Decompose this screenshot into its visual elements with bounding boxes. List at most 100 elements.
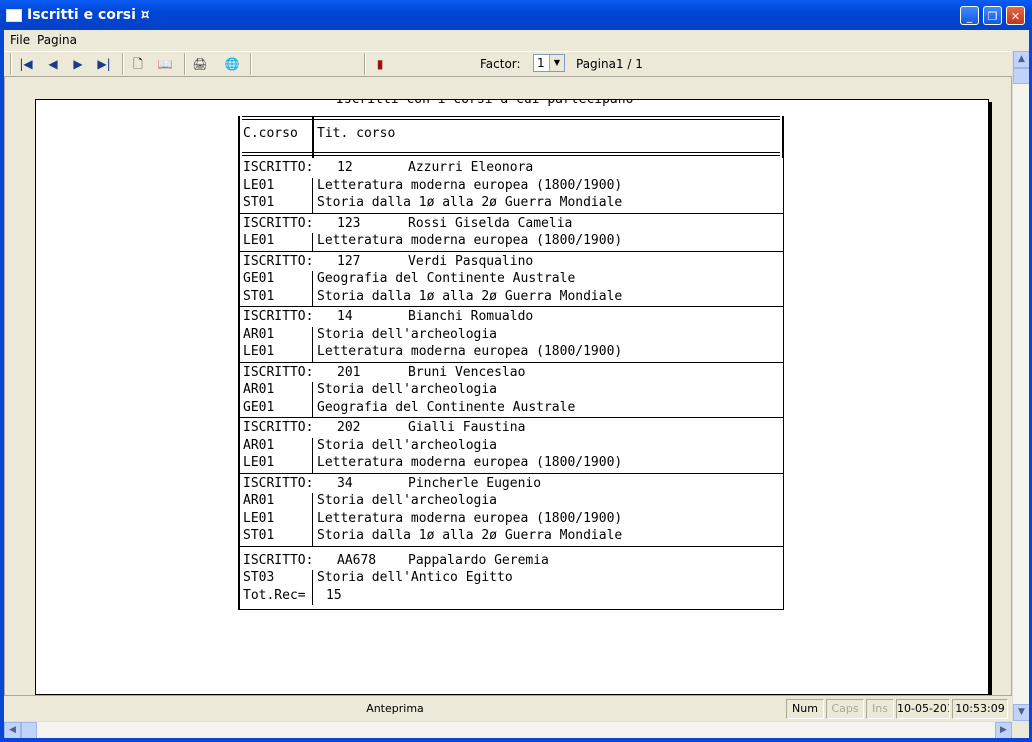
total-row: Tot.Rec= 15 bbox=[240, 587, 783, 605]
close-button[interactable]: ✕ bbox=[1006, 6, 1025, 25]
factor-select[interactable]: 1 ▼ bbox=[533, 54, 565, 72]
course-row: ST01 Storia dalla 1ø alla 2ø Guerra Mondi… bbox=[240, 528, 783, 546]
toolbar-separator bbox=[250, 53, 252, 75]
exit-door-icon[interactable]: ▮ bbox=[369, 54, 391, 74]
menu-file[interactable]: File bbox=[10, 33, 30, 47]
course-title: Letteratura moderna europea (1800/1900) bbox=[317, 455, 623, 470]
course-title: Storia dalla 1ø alla 2ø Guerra Mondiale bbox=[317, 528, 623, 543]
report-header: C.corso Tit. corso bbox=[238, 116, 784, 158]
scroll-down-icon[interactable]: ▼ bbox=[1013, 704, 1030, 721]
course-title: Storia dell'archeologia bbox=[317, 326, 498, 342]
report-title: Iscritti con i corsi a cui partecipano bbox=[336, 99, 634, 107]
course-code: ST01 bbox=[243, 195, 275, 210]
student-header-row: ISCRITTO: AA678 Pappalardo Geremia bbox=[240, 553, 783, 571]
course-code: AR01 bbox=[243, 437, 275, 453]
last-page-icon[interactable]: ▶| bbox=[93, 54, 115, 74]
course-title: Storia dell'Antico Egitto bbox=[317, 570, 513, 585]
student-label: ISCRITTO: bbox=[243, 475, 314, 491]
student-group: ISCRITTO: 127 Verdi Pasqualino GE01 Geografi… bbox=[238, 251, 784, 307]
status-date: 10-05-2016 bbox=[896, 699, 950, 719]
student-header-row: ISCRITTO: 201 Bruni Venceslao bbox=[240, 365, 783, 383]
student-label: ISCRITTO: bbox=[243, 364, 314, 380]
course-code: LE01 bbox=[243, 233, 275, 248]
course-row: LE01 Letteratura moderna europea (1800/19… bbox=[240, 455, 783, 473]
scroll-right-icon[interactable]: ▶ bbox=[995, 722, 1012, 739]
course-row: LE01 Letteratura moderna europea (1800/19… bbox=[240, 344, 783, 362]
toolbar-separator bbox=[184, 53, 186, 75]
course-title: Storia dell'archeologia bbox=[317, 437, 498, 453]
status-num: Num bbox=[786, 699, 824, 719]
course-title: Storia dell'archeologia bbox=[317, 493, 498, 508]
status-time: 10:53:09 bbox=[952, 699, 1008, 719]
print-icon[interactable]: 🖨 bbox=[189, 54, 211, 74]
two-pages-icon[interactable]: 📖 bbox=[154, 54, 176, 74]
horizontal-scrollbar[interactable]: ◀ ▶ bbox=[4, 721, 1012, 739]
prev-page-icon[interactable]: ◀ bbox=[42, 54, 64, 74]
status-bar: Anteprima Num Caps Ins 10-05-2016 10:53:… bbox=[4, 698, 1012, 721]
student-group: ISCRITTO: AA678 Pappalardo Geremia ST03 Stor… bbox=[238, 546, 784, 610]
course-code: AR01 bbox=[243, 326, 275, 342]
student-header-row: ISCRITTO: 127 Verdi Pasqualino bbox=[240, 254, 783, 272]
toolbar-separator bbox=[122, 53, 124, 75]
horizontal-scroll-thumb[interactable] bbox=[21, 722, 37, 739]
next-page-icon[interactable]: ▶ bbox=[67, 54, 89, 74]
maximize-button[interactable]: ❐ bbox=[983, 6, 1002, 25]
student-id: 123 bbox=[337, 215, 361, 231]
factor-value: 1 bbox=[537, 56, 545, 70]
window-title: Iscritti e corsi ¤ bbox=[27, 7, 150, 23]
course-row: AR01 Storia dell'archeologia bbox=[240, 382, 783, 400]
chevron-down-icon[interactable]: ▼ bbox=[549, 55, 564, 71]
student-id: 34 bbox=[337, 475, 353, 491]
student-id: 12 bbox=[337, 160, 353, 175]
student-label: ISCRITTO: bbox=[243, 309, 314, 324]
vertical-scroll-thumb[interactable] bbox=[1013, 68, 1030, 84]
window-border-bottom bbox=[0, 738, 1032, 742]
export-icon[interactable]: 🌐 bbox=[221, 54, 243, 74]
course-title: Storia dell'archeologia bbox=[317, 382, 498, 397]
course-code: LE01 bbox=[243, 344, 275, 359]
course-code: GE01 bbox=[243, 271, 275, 286]
course-row: AR01 Storia dell'archeologia bbox=[240, 493, 783, 511]
vertical-scrollbar[interactable]: ▲ ▼ bbox=[1012, 51, 1030, 721]
course-title: Storia dalla 1ø alla 2ø Guerra Mondiale bbox=[317, 195, 623, 210]
course-code: LE01 bbox=[243, 177, 275, 193]
course-code: LE01 bbox=[243, 455, 275, 470]
student-id: 14 bbox=[337, 309, 353, 324]
print-preview-area[interactable]: Iscritti con i corsi a cui partecipano C… bbox=[4, 76, 1012, 696]
course-row: AR01 Storia dell'archeologia bbox=[240, 437, 783, 455]
student-header-row: ISCRITTO: 12 Azzurri Eleonora bbox=[240, 160, 783, 178]
student-label: ISCRITTO: bbox=[243, 160, 314, 175]
menu-pagina[interactable]: Pagina bbox=[37, 33, 77, 47]
first-page-icon[interactable]: |◀ bbox=[15, 54, 37, 74]
scroll-up-icon[interactable]: ▲ bbox=[1013, 51, 1030, 68]
student-label: ISCRITTO: bbox=[243, 420, 314, 435]
student-header-row: ISCRITTO: 14 Bianchi Romualdo bbox=[240, 309, 783, 327]
toolbar-separator bbox=[364, 53, 366, 75]
single-page-icon[interactable]: 🗋 bbox=[127, 54, 149, 74]
student-group: ISCRITTO: 202 Gialli Faustina AR01 Storia de… bbox=[238, 418, 784, 474]
scroll-left-icon[interactable]: ◀ bbox=[4, 722, 21, 739]
course-code: AR01 bbox=[243, 382, 275, 397]
student-name: Azzurri Eleonora bbox=[408, 160, 534, 175]
report-groups: ISCRITTO: 12 Azzurri Eleonora LE01 Letteratu… bbox=[238, 158, 784, 610]
window-border-left bbox=[0, 30, 4, 738]
toolbar-separator bbox=[10, 53, 12, 75]
total-value: 15 bbox=[326, 587, 342, 603]
student-name: Bianchi Romualdo bbox=[408, 309, 534, 324]
student-name: Pincherle Eugenio bbox=[408, 475, 542, 491]
title-bar: Iscritti e corsi ¤ _ ❐ ✕ bbox=[0, 0, 1032, 30]
course-row: ST01 Storia dalla 1ø alla 2ø Guerra Mondi… bbox=[240, 288, 783, 306]
student-id: 127 bbox=[337, 253, 361, 269]
course-title: Letteratura moderna europea (1800/1900) bbox=[317, 510, 623, 526]
report-table: C.corso Tit. corso ISCRITTO: 12 Azzurri El… bbox=[238, 116, 784, 610]
minimize-button[interactable]: _ bbox=[960, 6, 979, 25]
course-row: GE01 Geografia del Continente Australe bbox=[240, 271, 783, 289]
student-group: ISCRITTO: 34 Pincherle Eugenio AR01 Storia d… bbox=[238, 473, 784, 547]
student-label: ISCRITTO: bbox=[243, 253, 314, 269]
course-title: Letteratura moderna europea (1800/1900) bbox=[317, 233, 623, 248]
toolbar: |◀ ◀ ▶ ▶| 🗋 📖 🖨 🌐 ▮ Factor: 1 ▼ Pagina1 … bbox=[4, 51, 1012, 77]
course-code: GE01 bbox=[243, 399, 275, 415]
student-id: 202 bbox=[337, 420, 361, 435]
course-title: Geografia del Continente Australe bbox=[317, 399, 576, 415]
status-main-text: Anteprima bbox=[366, 702, 424, 715]
